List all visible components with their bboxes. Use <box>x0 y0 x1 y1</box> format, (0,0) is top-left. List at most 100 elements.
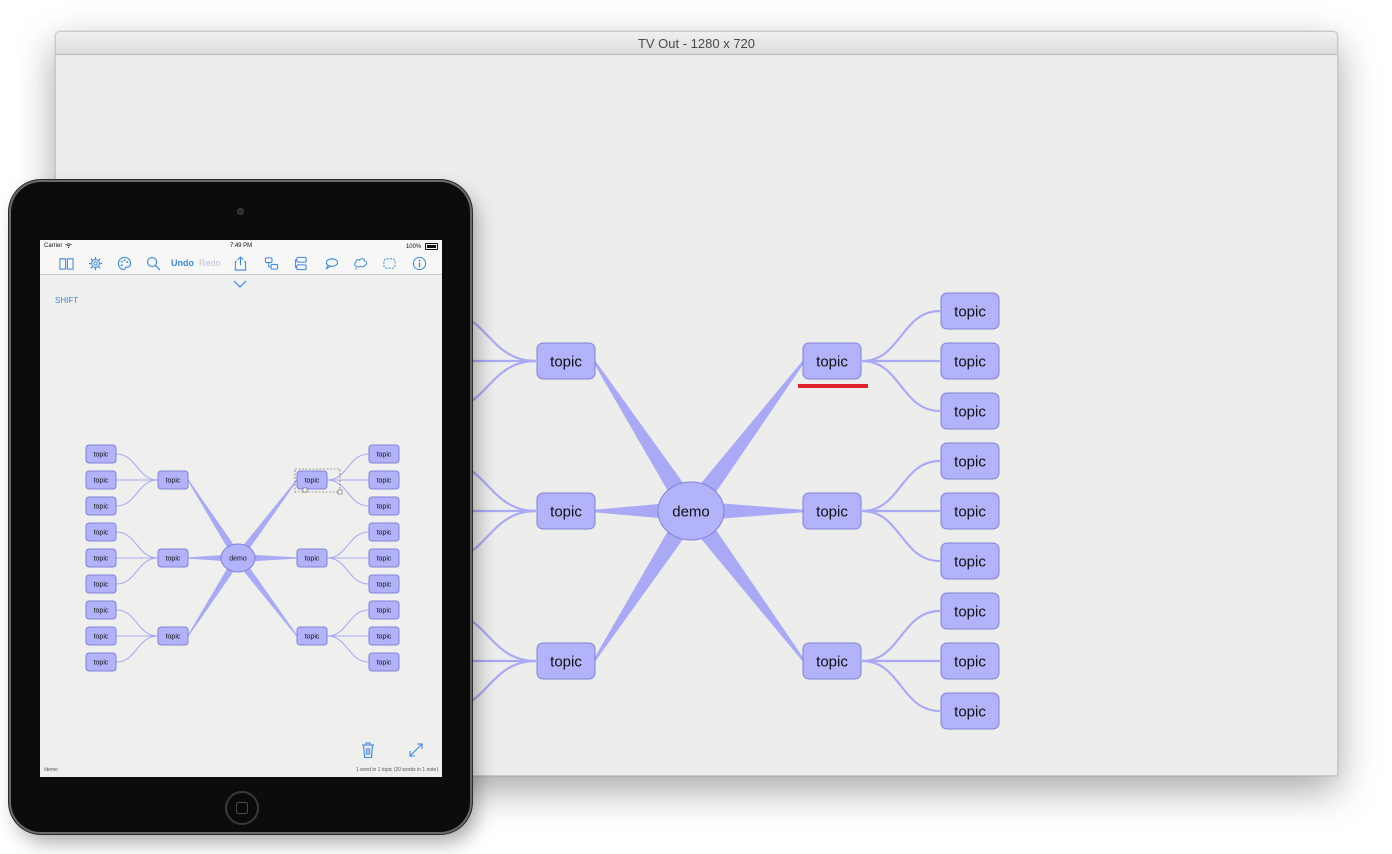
ipad-leaf-topic[interactable]: topic <box>368 470 400 490</box>
ipad-leaf-topic-label: topic <box>377 581 392 588</box>
tv-leaf-topic-label: topic <box>954 553 986 570</box>
tv-main-topic[interactable]: topic <box>536 342 596 380</box>
ipad-leaf-topic-label: topic <box>94 451 109 458</box>
ipad-main-topic[interactable]: topic <box>296 548 328 568</box>
ipad-leaf-topic-label: topic <box>377 633 392 640</box>
tv-main-topic[interactable]: topic <box>802 342 862 380</box>
ipad-leaf-topic[interactable]: topic <box>368 652 400 672</box>
ipad-leaf-topic[interactable]: topic <box>85 574 117 594</box>
tv-leaf-topic-label: topic <box>954 403 986 420</box>
ipad-leaf-topic[interactable]: topic <box>368 548 400 568</box>
ipad-leaf-topic-label: topic <box>377 451 392 458</box>
ipad-leaf-topic[interactable]: topic <box>368 626 400 646</box>
ipad-leaf-topic[interactable]: topic <box>368 444 400 464</box>
ipad-leaf-topic[interactable]: topic <box>85 652 117 672</box>
resize-handle[interactable] <box>337 489 343 495</box>
ipad-device: Carrier 7:49 PM 100% Undo Redo SHIFT top… <box>11 182 470 832</box>
branch-line <box>115 531 159 559</box>
tv-leaf-topic[interactable]: topic <box>940 592 1000 630</box>
ipad-leaf-topic-label: topic <box>94 659 109 666</box>
tv-leaf-topic[interactable]: topic <box>940 492 1000 530</box>
tv-main-topic-label: topic <box>550 503 582 520</box>
ipad-main-topic-label: topic <box>305 555 320 562</box>
ipad-main-topic-label: topic <box>305 633 320 640</box>
ipad-main-topic-label: topic <box>305 477 320 484</box>
ipad-leaf-topic[interactable]: topic <box>368 574 400 594</box>
tv-leaf-topic[interactable]: topic <box>940 692 1000 730</box>
ipad-leaf-topic[interactable]: topic <box>368 522 400 542</box>
ipad-screen: Carrier 7:49 PM 100% Undo Redo SHIFT top… <box>40 240 442 777</box>
tv-leaf-topic[interactable]: topic <box>940 342 1000 380</box>
branch-line <box>326 453 370 481</box>
note-handle[interactable] <box>302 487 308 493</box>
tv-leaf-topic-label: topic <box>954 653 986 670</box>
branch-line <box>115 453 159 481</box>
ipad-mind-map: topic topic topic topic topic topic topic topic… <box>85 444 400 672</box>
tv-out-title: TV Out - 1280 x 720 <box>56 32 1337 55</box>
ipad-main-topic-label: topic <box>166 633 181 640</box>
home-button[interactable] <box>225 791 259 825</box>
ipad-leaf-topic[interactable]: topic <box>368 600 400 620</box>
branch-line <box>326 609 370 637</box>
ipad-leaf-topic-label: topic <box>94 529 109 536</box>
tv-main-topic[interactable]: topic <box>802 492 862 530</box>
branch-line <box>115 479 159 507</box>
ipad-main-topic-label: topic <box>166 555 181 562</box>
tv-leaf-topic-label: topic <box>954 503 986 520</box>
ipad-main-topic[interactable]: topic <box>157 626 189 646</box>
tv-leaf-topic[interactable]: topic <box>940 392 1000 430</box>
tv-leaf-topic[interactable]: topic <box>940 542 1000 580</box>
tv-leaf-topic[interactable]: topic <box>940 642 1000 680</box>
tv-leaf-topic[interactable]: topic <box>940 292 1000 330</box>
branch-line <box>326 531 370 559</box>
tv-leaf-topic-label: topic <box>954 703 986 720</box>
central-topic[interactable]: demo <box>657 481 725 541</box>
ipad-leaf-topic-label: topic <box>377 607 392 614</box>
central-topic-label: demo <box>672 503 710 520</box>
ipad-leaf-topic-label: topic <box>94 503 109 510</box>
ipad-main-topic[interactable]: topic <box>296 626 328 646</box>
ipad-leaf-topic[interactable]: topic <box>85 444 117 464</box>
tv-main-topic[interactable]: topic <box>536 492 596 530</box>
ipad-leaf-topic-label: topic <box>94 633 109 640</box>
branch-line <box>115 557 159 585</box>
tv-main-topic-label: topic <box>550 653 582 670</box>
ipad-leaf-topic[interactable]: topic <box>85 496 117 516</box>
ipad-leaf-topic-label: topic <box>94 581 109 588</box>
ipad-main-topic-label: topic <box>166 477 181 484</box>
central-topic-label: demo <box>229 555 247 562</box>
ipad-main-topic[interactable]: topic <box>296 470 328 490</box>
tv-main-topic-label: topic <box>816 353 848 370</box>
branch-line <box>115 635 159 663</box>
tv-main-topic-label: topic <box>816 503 848 520</box>
tv-leaf-topic-label: topic <box>954 453 986 470</box>
branch-line <box>115 609 159 637</box>
ipad-leaf-topic-label: topic <box>377 659 392 666</box>
central-topic[interactable]: demo <box>220 543 256 573</box>
ipad-leaf-topic-label: topic <box>377 529 392 536</box>
trash-icon[interactable] <box>360 741 376 759</box>
tv-main-topic-label: topic <box>816 653 848 670</box>
tv-leaf-topic-label: topic <box>954 303 986 320</box>
tv-leaf-topic[interactable]: topic <box>940 442 1000 480</box>
expand-icon[interactable] <box>408 742 424 758</box>
branch-line <box>326 479 370 507</box>
ipad-main-topic[interactable]: topic <box>157 548 189 568</box>
camera <box>237 208 244 215</box>
branch-line <box>326 557 370 585</box>
ipad-leaf-topic[interactable]: topic <box>368 496 400 516</box>
branch-line <box>326 635 370 663</box>
ipad-leaf-topic[interactable]: topic <box>85 626 117 646</box>
ipad-main-topic[interactable]: topic <box>157 470 189 490</box>
ipad-leaf-topic[interactable]: topic <box>85 600 117 620</box>
tv-main-topic[interactable]: topic <box>536 642 596 680</box>
ipad-leaf-topic-label: topic <box>94 477 109 484</box>
ipad-leaf-topic[interactable]: topic <box>85 548 117 568</box>
ipad-leaf-topic-label: topic <box>377 555 392 562</box>
ipad-leaf-topic[interactable]: topic <box>85 522 117 542</box>
ipad-leaf-topic-label: topic <box>94 607 109 614</box>
tv-main-topic[interactable]: topic <box>802 642 862 680</box>
tv-leaf-topic-label: topic <box>954 353 986 370</box>
ipad-leaf-topic[interactable]: topic <box>85 470 117 490</box>
ipad-leaf-topic-label: topic <box>94 555 109 562</box>
